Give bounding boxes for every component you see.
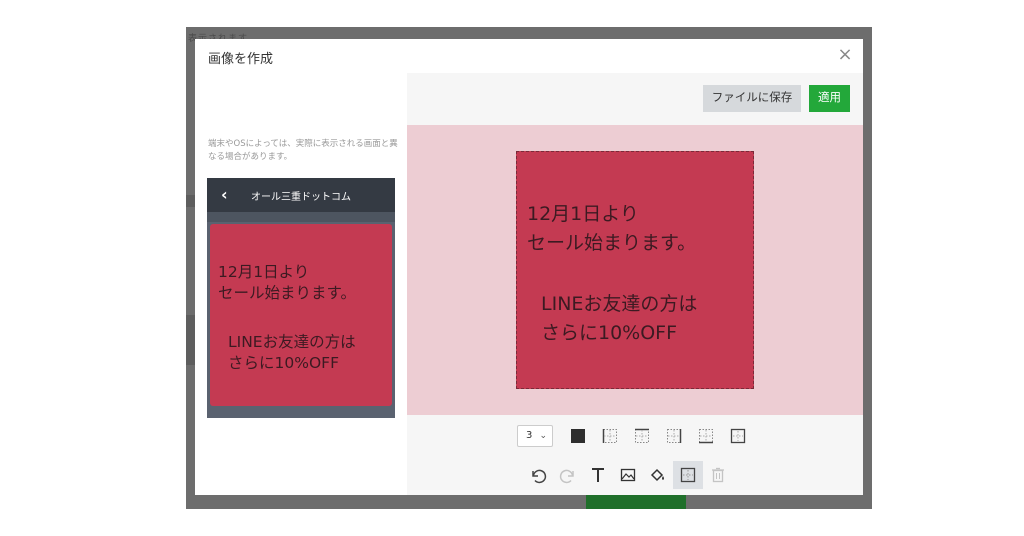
save-to-file-button[interactable]: ファイルに保存 [703, 85, 801, 112]
canvas-line-1: 12月1日より [527, 203, 639, 225]
preview-line-4: さらに10%OFF [228, 354, 339, 372]
redo-icon[interactable] [553, 461, 583, 489]
trash-icon[interactable] [703, 461, 733, 489]
screen: 表示されます 画像を作成 × 端末やOSによっては、実際に表示される画面と異なる… [0, 0, 1024, 536]
preview-message-block-2: LINEお友達の方は さらに10%OFF [228, 332, 356, 374]
fill-icon[interactable] [643, 461, 673, 489]
text-icon[interactable] [583, 461, 613, 489]
editor-toolbar: ファイルに保存 適用 [407, 73, 863, 125]
close-icon[interactable]: × [835, 45, 855, 65]
backdrop-fragment [186, 315, 195, 365]
border-width-select[interactable]: 3 ⌄ [517, 425, 553, 447]
preview-panel: 端末やOSによっては、実際に表示される画面と異なる場合があります。 ‹ オール三… [195, 73, 407, 495]
preview-line-2: セール始まります。 [218, 284, 356, 302]
border-top-icon[interactable] [633, 427, 651, 445]
preview-line-3: LINEお友達の方は [228, 333, 356, 351]
dialog-title: 画像を作成 [208, 52, 274, 67]
border-bottom-icon[interactable] [697, 427, 715, 445]
backdrop-button [586, 495, 686, 509]
editor-canvas: 12月1日より セール始まります。 LINEお友達の方は さらに10%OFF [407, 125, 863, 415]
preview-notice: 端末やOSによっては、実際に表示される画面と異なる場合があります。 [208, 139, 398, 162]
backdrop-fragment [186, 195, 195, 207]
preview-message-block-1: 12月1日より セール始まります。 [218, 262, 356, 304]
border-right-icon[interactable] [665, 427, 683, 445]
border-all-icon[interactable] [729, 427, 747, 445]
color-swatch-icon[interactable] [569, 427, 587, 445]
image-canvas[interactable]: 12月1日より セール始まります。 LINEお友達の方は さらに10%OFF [516, 151, 754, 389]
image-icon[interactable] [613, 461, 643, 489]
border-icon[interactable] [673, 461, 703, 489]
tools-panel: 3 ⌄ [407, 415, 863, 495]
canvas-text-block-1[interactable]: 12月1日より セール始まります。 [527, 200, 696, 258]
phone-divider [207, 212, 395, 222]
canvas-line-3: LINEお友達の方は [541, 293, 698, 315]
border-width-value: 3 [526, 430, 533, 441]
chevron-down-icon: ⌄ [539, 431, 547, 441]
phone-header-title: オール三重ドットコム [251, 192, 351, 203]
dialog-header: 画像を作成 × [195, 39, 863, 73]
preview-line-1: 12月1日より [218, 263, 310, 281]
phone-header: ‹ オール三重ドットコム [207, 178, 395, 212]
canvas-text-block-2[interactable]: LINEお友達の方は さらに10%OFF [541, 290, 697, 348]
canvas-line-4: さらに10%OFF [541, 322, 678, 344]
phone-preview: ‹ オール三重ドットコム 12月1日より セール始まります。 LINEお友達の方… [207, 178, 395, 418]
undo-icon[interactable] [523, 461, 553, 489]
canvas-line-2: セール始まります。 [527, 232, 697, 254]
preview-message-card: 12月1日より セール始まります。 LINEお友達の方は さらに10%OFF [210, 224, 392, 406]
border-left-icon[interactable] [601, 427, 619, 445]
apply-button[interactable]: 適用 [809, 85, 850, 112]
create-image-dialog: 画像を作成 × 端末やOSによっては、実際に表示される画面と異なる場合があります… [195, 39, 863, 495]
